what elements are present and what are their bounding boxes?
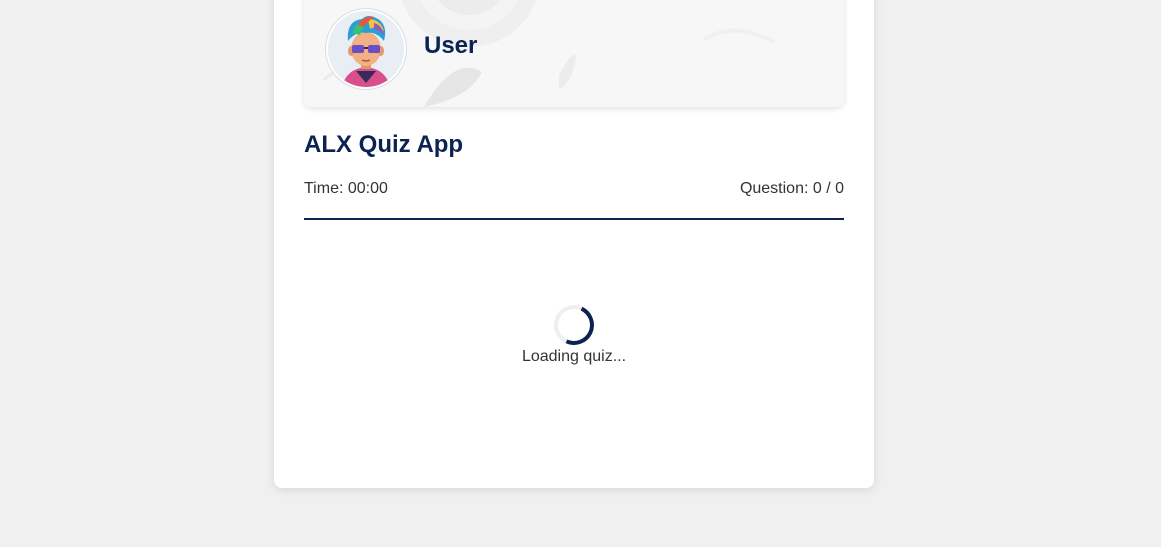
question-counter: Question: 0 / 0 <box>739 180 844 197</box>
user-avatar <box>326 9 406 89</box>
loading-spinner-icon <box>548 299 600 351</box>
profile-header: User <box>304 0 844 107</box>
user-avatar-icon <box>328 11 404 87</box>
loading-text: Loading quiz... <box>521 348 627 365</box>
timer-label: Time: 00:00 <box>304 180 388 197</box>
loading-indicator: Loading quiz... <box>274 299 874 366</box>
quiz-card: User ALX Quiz App Time: 00:00 Question: … <box>274 0 874 488</box>
quiz-status-bar: Time: 00:00 Question: 0 / 0 <box>304 180 844 220</box>
username: User <box>424 32 478 59</box>
app-title: ALX Quiz App <box>304 131 464 158</box>
